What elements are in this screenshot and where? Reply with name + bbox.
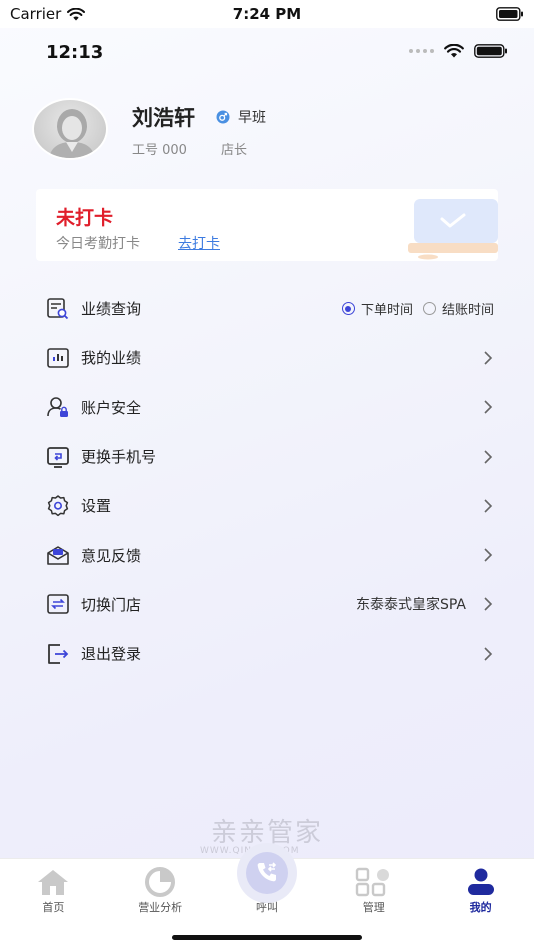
radio-label: 下单时间	[360, 303, 413, 319]
menu-item-label: 切换门店	[81, 595, 142, 614]
tab-label: 首页	[42, 901, 65, 914]
menu-item-switch-store[interactable]: 切换门店 东泰泰式皇家SPA	[0, 580, 534, 629]
user-lock-icon	[46, 395, 70, 419]
tab-management[interactable]: 管理	[320, 859, 427, 919]
system-clock: 7:24 PM	[232, 5, 302, 23]
switch-store-icon	[46, 592, 70, 616]
menu-item-label: 设置	[81, 497, 112, 516]
male-gender-icon	[216, 109, 230, 128]
chevron-right-icon	[484, 400, 493, 414]
menu-item-my-performance[interactable]: 我的业绩	[0, 333, 534, 382]
grid-icon	[354, 867, 394, 897]
radio-unselected-icon	[422, 302, 436, 316]
checkin-status: 未打卡	[56, 207, 114, 229]
menu-item-label: 账户安全	[81, 398, 142, 417]
phone-swap-icon	[46, 445, 70, 469]
menu-item-label: 退出登录	[81, 645, 142, 664]
logout-icon	[46, 642, 70, 666]
signal-dots-icon	[409, 49, 434, 53]
chevron-right-icon	[484, 548, 493, 562]
checkin-card: 未打卡 今日考勤打卡 去打卡	[36, 189, 498, 261]
radio-order-time[interactable]: 下单时间	[341, 299, 413, 319]
menu-item-feedback[interactable]: 意见反馈	[0, 530, 534, 579]
avatar[interactable]	[32, 98, 108, 160]
inner-status-icons	[409, 44, 508, 58]
wifi-icon	[444, 44, 464, 58]
menu-item-label: 我的业绩	[81, 349, 142, 368]
settings-menu: 业绩查询 下单时间 结账时间 我的业绩 账户安全 更换手机号 设置 意见反馈 切…	[0, 284, 534, 678]
role-label: 店长	[221, 143, 248, 158]
gear-icon	[46, 494, 70, 518]
menu-item-settings[interactable]: 设置	[0, 481, 534, 530]
radio-label: 结账时间	[441, 303, 494, 319]
menu-item-label: 更换手机号	[81, 448, 157, 467]
feedback-icon	[46, 543, 70, 567]
user-name: 刘浩轩	[132, 106, 195, 130]
chevron-right-icon	[484, 647, 493, 661]
tab-label: 营业分析	[138, 901, 183, 914]
chevron-right-icon	[484, 597, 493, 611]
chevron-right-icon	[484, 449, 493, 464]
tab-mine[interactable]: 我的	[427, 859, 534, 919]
inner-clock: 12:13	[46, 42, 104, 63]
menu-item-label: 业绩查询	[81, 300, 142, 319]
time-type-radio-group: 下单时间 结账时间	[341, 299, 494, 319]
tab-home[interactable]: 首页	[0, 859, 107, 919]
home-indicator	[172, 935, 362, 940]
chevron-right-icon	[484, 499, 493, 513]
menu-item-logout[interactable]: 退出登录	[0, 629, 534, 678]
menu-item-change-phone[interactable]: 更换手机号	[0, 432, 534, 481]
phone-call-icon	[246, 852, 288, 894]
checkin-subtitle: 今日考勤打卡	[56, 236, 140, 252]
employee-number: 工号 000	[132, 143, 187, 158]
home-icon	[36, 867, 70, 897]
battery-icon	[474, 44, 507, 58]
menu-item-account-security[interactable]: 账户安全	[0, 383, 534, 432]
radio-checkout-time[interactable]: 结账时间	[422, 299, 494, 319]
tab-label: 我的	[469, 901, 492, 914]
radio-selected-icon	[341, 302, 355, 316]
performance-query-icon	[46, 297, 70, 321]
menu-item-performance-query: 业绩查询 下单时间 结账时间	[0, 284, 534, 333]
checkin-button[interactable]: 去打卡	[178, 233, 220, 253]
checkin-illustration-icon	[408, 199, 498, 261]
chevron-right-icon	[484, 351, 493, 365]
person-icon	[466, 867, 496, 897]
tab-business-analysis[interactable]: 营业分析	[107, 859, 214, 919]
current-store-name: 东泰泰式皇家SPA	[355, 597, 466, 614]
bar-chart-icon	[46, 346, 70, 370]
pie-chart-icon	[143, 867, 177, 897]
tab-label: 管理	[362, 901, 385, 914]
call-bubble[interactable]	[237, 843, 297, 903]
menu-item-label: 意见反馈	[81, 546, 142, 565]
shift-label: 早班	[238, 110, 266, 126]
battery-icon	[496, 6, 524, 25]
